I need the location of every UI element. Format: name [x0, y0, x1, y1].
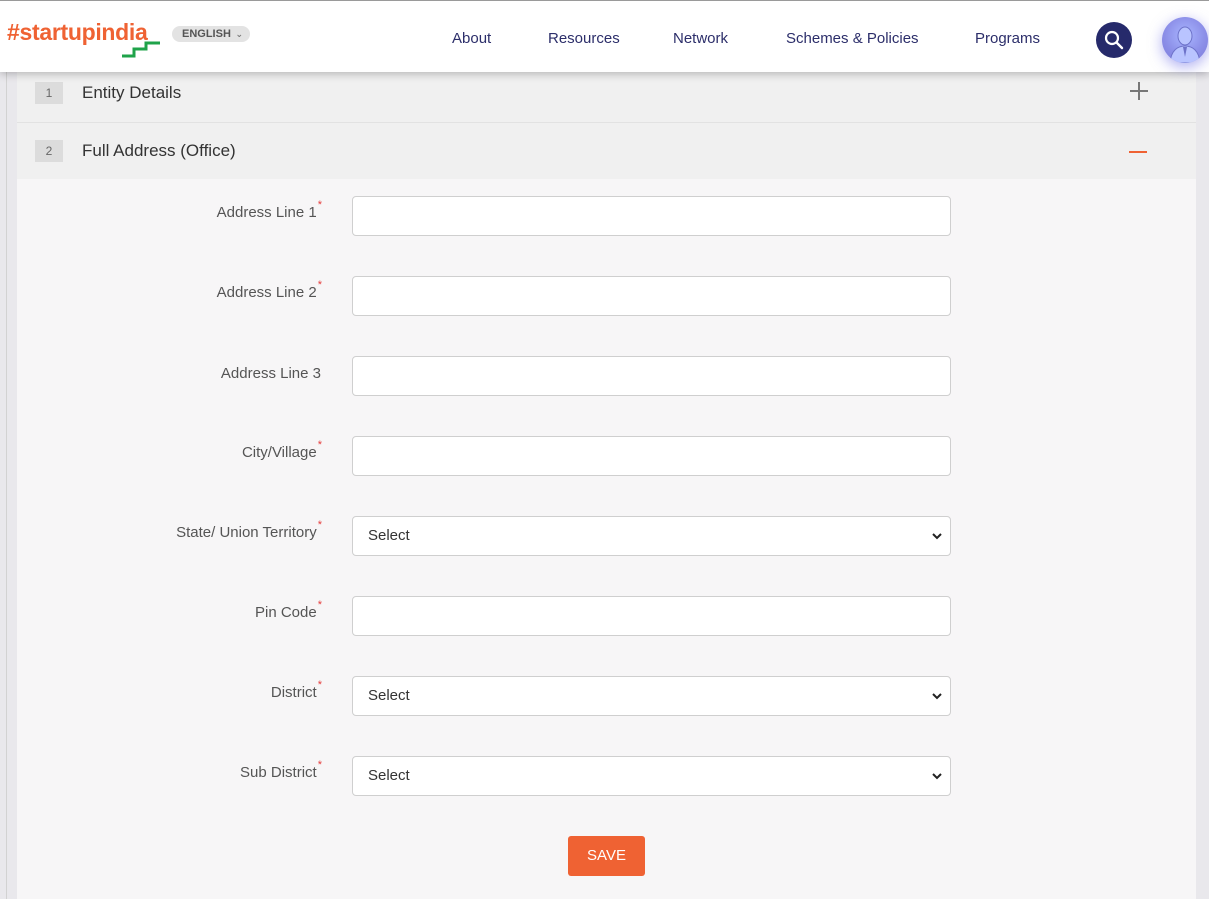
select-value: Select — [368, 687, 410, 704]
nav-schemes-policies[interactable]: Schemes & Policies — [786, 30, 919, 47]
address-line-3-input[interactable] — [352, 356, 951, 396]
state-union-territory-select[interactable]: Select — [352, 516, 951, 556]
plus-icon[interactable] — [1130, 82, 1148, 100]
minus-icon[interactable] — [1129, 151, 1147, 153]
step-number-badge: 1 — [35, 82, 63, 104]
accordion-title: Full Address (Office) — [82, 141, 236, 160]
field-label: Address Line 3 — [220, 365, 321, 382]
required-marker: * — [317, 679, 322, 691]
field-label: City/Village* — [241, 439, 322, 461]
required-marker: * — [317, 759, 322, 771]
accordion-title: Entity Details — [82, 83, 182, 102]
select-value: Select — [368, 527, 410, 544]
search-button[interactable] — [1096, 22, 1132, 58]
chevron-down-icon: ⌄ — [235, 29, 243, 39]
field-label: Address Line 2* — [216, 279, 322, 301]
top-border — [0, 0, 1209, 1]
nav-resources[interactable]: Resources — [548, 30, 620, 47]
field-label: District* — [270, 679, 322, 701]
search-icon — [1104, 30, 1124, 50]
required-marker: * — [317, 519, 322, 531]
pin-code-input[interactable] — [352, 596, 951, 636]
user-icon — [1169, 26, 1201, 63]
site-header: #startupindia ENGLISH ⌄ About Resources … — [0, 1, 1209, 72]
logo-steps-icon — [122, 41, 160, 58]
field-label: Sub District* — [240, 759, 322, 781]
logo-text-startup: #startup — [7, 19, 96, 45]
language-label: ENGLISH — [182, 28, 231, 40]
address-line-1-input[interactable] — [352, 196, 951, 236]
required-marker: * — [317, 599, 322, 611]
field-label: Pin Code* — [255, 599, 322, 621]
page-left-edge — [0, 72, 17, 899]
user-avatar[interactable] — [1162, 17, 1208, 63]
accordion-full-address[interactable]: 2 Full Address (Office) — [17, 123, 1196, 179]
required-marker: * — [317, 439, 322, 451]
sub-district-select[interactable]: Select — [352, 756, 951, 796]
field-label: Address Line 1* — [216, 199, 322, 221]
nav-programs[interactable]: Programs — [975, 30, 1040, 47]
accordion-entity-details[interactable]: 1 Entity Details — [17, 66, 1196, 122]
nav-network[interactable]: Network — [673, 30, 728, 47]
address-line-2-input[interactable] — [352, 276, 951, 316]
chevron-down-icon — [932, 533, 942, 540]
save-button[interactable]: SAVE — [568, 836, 645, 876]
chevron-down-icon — [932, 693, 942, 700]
language-selector[interactable]: ENGLISH ⌄ — [172, 26, 250, 42]
required-marker: * — [317, 199, 322, 211]
district-select[interactable]: Select — [352, 676, 951, 716]
nav-about[interactable]: About — [452, 30, 491, 47]
chevron-down-icon — [932, 773, 942, 780]
city-village-input[interactable] — [352, 436, 951, 476]
required-marker: * — [317, 279, 322, 291]
step-number-badge: 2 — [35, 140, 63, 162]
select-value: Select — [368, 767, 410, 784]
field-label: State/ Union Territory* — [176, 519, 322, 541]
